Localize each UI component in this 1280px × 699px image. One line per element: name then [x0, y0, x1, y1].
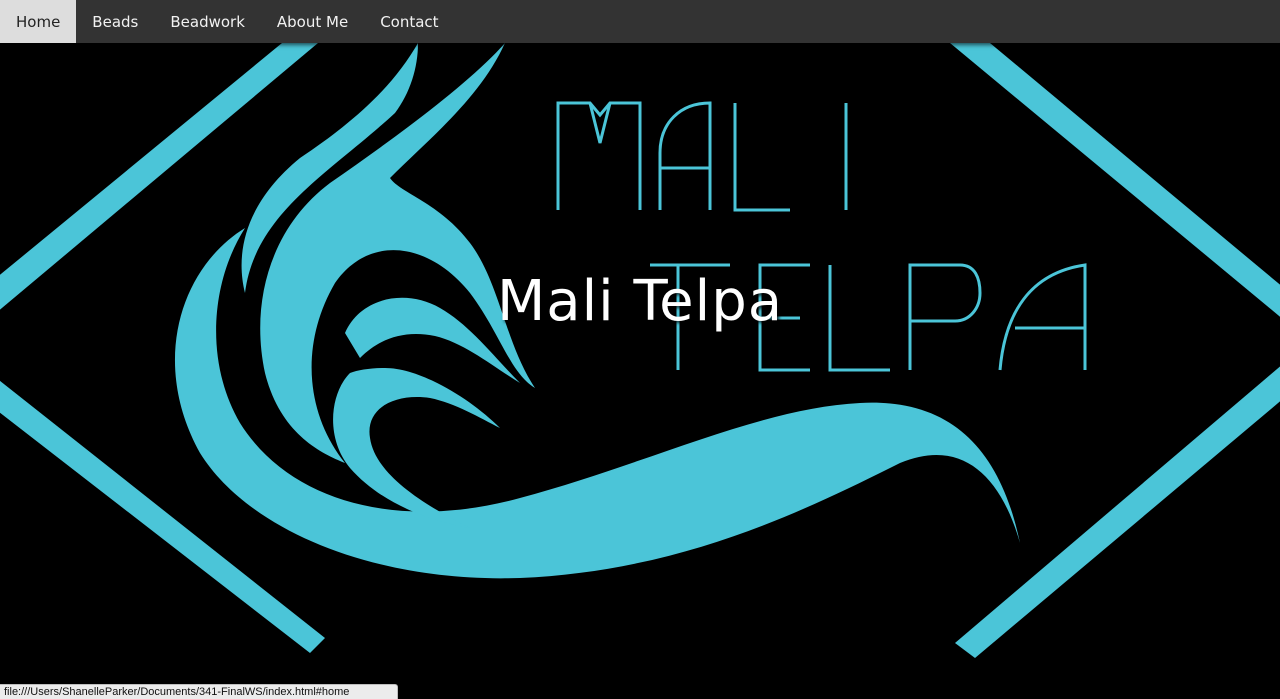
mali-telpa-logo: [0, 43, 1280, 658]
nav-home[interactable]: Home: [0, 0, 77, 43]
hero-title: Mali Telpa: [496, 269, 784, 334]
nav-contact[interactable]: Contact: [364, 0, 454, 43]
hero-banner: Mali Telpa: [0, 43, 1280, 698]
nav-about-me[interactable]: About Me: [261, 0, 364, 43]
nav-beadwork[interactable]: Beadwork: [154, 0, 261, 43]
top-navigation: Home Beads Beadwork About Me Contact: [0, 0, 1280, 43]
nav-beads[interactable]: Beads: [76, 0, 154, 43]
status-bar-url: file:///Users/ShanelleParker/Documents/3…: [0, 684, 399, 699]
